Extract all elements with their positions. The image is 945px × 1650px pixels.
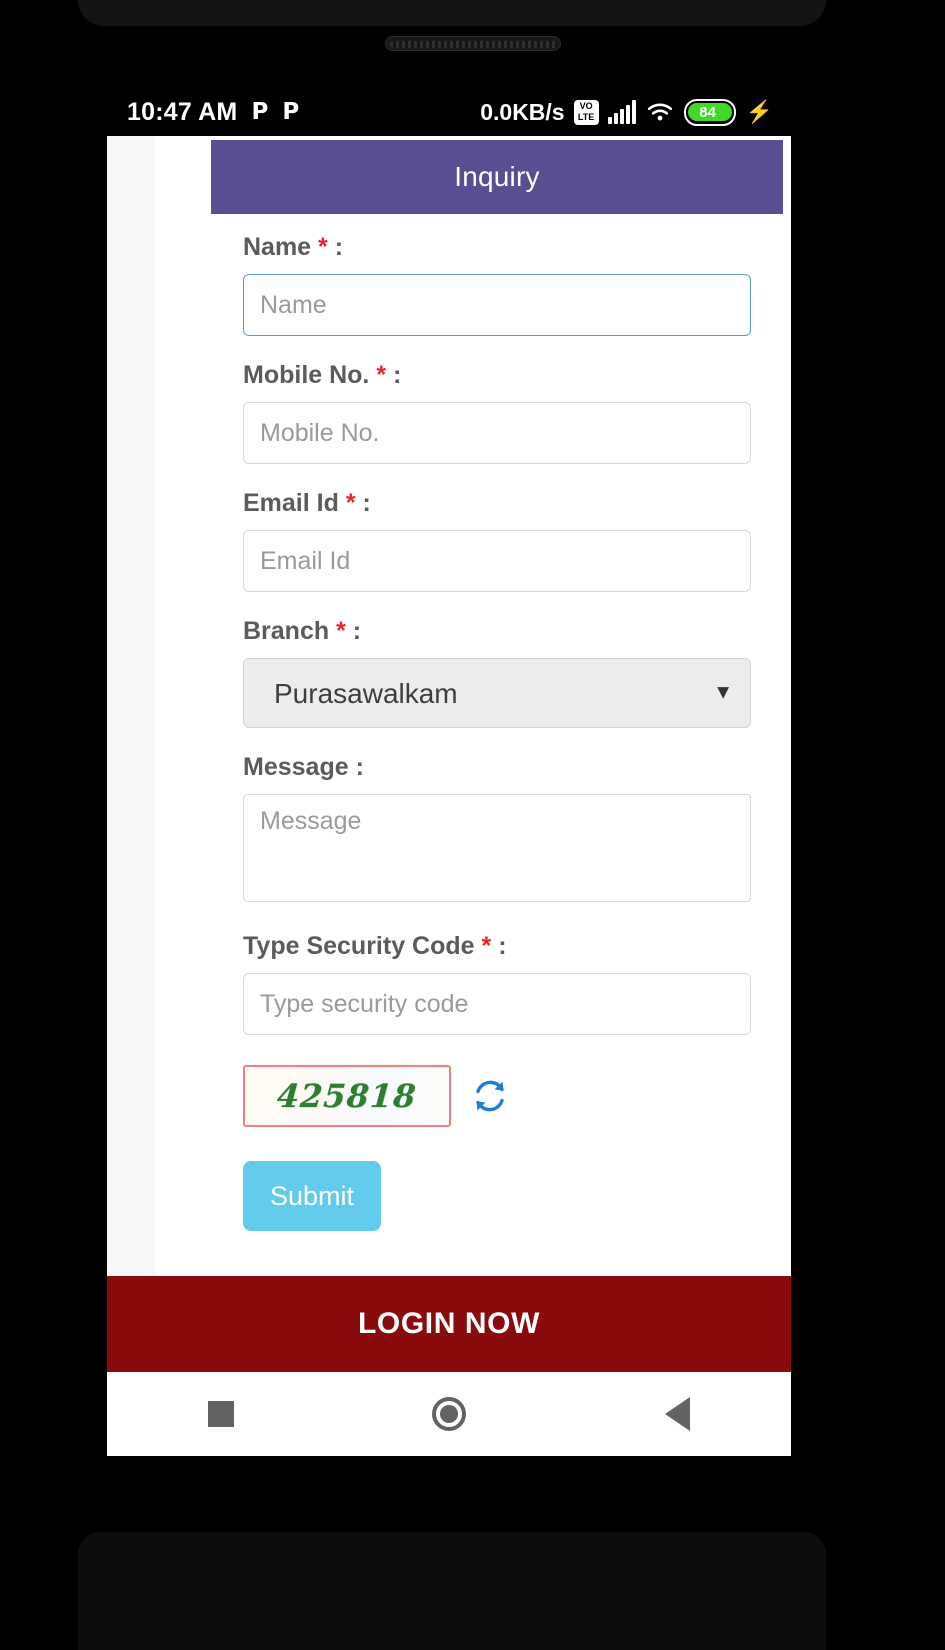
network-speed-text: 0.0KB/s [480,98,565,125]
mobile-required-asterisk: * [376,361,387,389]
triangle-left-icon [664,1397,690,1431]
email-label-text: Email Id [243,489,339,517]
recents-button[interactable] [176,1384,266,1444]
security-code-label-text: Type Security Code [243,932,475,960]
battery-icon: 84 [683,98,736,126]
email-label-colon: : [362,489,371,517]
wifi-icon [645,100,675,124]
volte-top-text: VO [579,100,593,111]
refresh-captcha-icon[interactable] [469,1075,511,1117]
branch-select-wrapper: Purasawalkam ▼ [243,658,751,728]
captcha-row: 425818 [243,1065,751,1127]
name-label: Name * : [243,232,751,262]
login-now-bar[interactable]: LOGIN NOW [107,1276,791,1372]
submit-button[interactable]: Submit [243,1161,381,1231]
mobile-label: Mobile No. * : [243,360,751,390]
security-code-label-colon: : [498,932,507,960]
message-label: Message : [243,752,751,782]
home-button[interactable] [404,1384,494,1444]
volte-icon: VO LTE [573,99,599,125]
name-label-text: Name [243,233,312,261]
content-card: Inquiry Name * : Name Mobile No. *: Mob… [155,136,791,1276]
branch-required-asterisk: * [336,617,346,645]
mobile-label-colon: : [393,361,402,389]
square-icon [208,1401,234,1427]
charging-bolt-icon: ⚡ [745,99,773,124]
inquiry-form: Name * : Mobile No. * : [243,232,751,1231]
captcha-image: 425818 [243,1065,451,1127]
login-now-label: LOGIN NOW [357,1307,541,1340]
app-notification-icon-1: P [251,98,269,125]
back-button[interactable] [632,1384,722,1444]
status-clock: 10:47 AM [127,97,238,126]
mobile-input[interactable] [243,402,751,464]
message-textarea[interactable] [243,794,751,902]
battery-percent-label: 84 [699,103,716,121]
status-bar-left: 10:47 AM P P [127,98,299,127]
status-bar-right: 0.0KB/s VO LTE 84 ⚡ [480,98,773,126]
email-input[interactable] [243,530,751,592]
field-mobile: Mobile No. * : [243,360,751,464]
name-required-asterisk: * [318,233,328,261]
security-code-input[interactable] [243,973,751,1035]
field-message: Message : [243,752,751,907]
branch-label: Branch * : [243,616,751,646]
captcha-code-text: 425818 [275,1077,419,1115]
circle-icon [432,1397,466,1431]
page-title: Inquiry [454,161,540,192]
security-code-required-asterisk: * [481,932,492,960]
security-code-label: Type Security Code * : [243,931,751,961]
name-label-colon: : [334,233,344,261]
field-branch: Branch * : Purasawalkam ▼ [243,616,751,728]
app-header-bar: Inquiry [211,140,783,214]
android-navigation-bar [107,1372,791,1456]
speaker-grille [389,41,558,48]
email-label: Email Id * : [243,488,751,518]
branch-label-text: Branch [243,617,330,645]
status-bar: 10:47 AM P P 0.0KB/s VO LTE 84 ⚡ [107,88,791,136]
volte-bottom-text: LTE [577,111,595,122]
field-name: Name * : [243,232,751,336]
earpiece-speaker [384,36,561,51]
phone-device: 10:47 AM P P 0.0KB/s VO LTE 84 ⚡ Inquiry… [0,0,945,1650]
branch-label-colon: : [352,617,362,645]
message-label-text: Message [243,753,349,781]
email-required-asterisk: * [345,489,356,517]
field-security-code: Type Security Code * : [243,931,751,1035]
signal-strength-icon [607,100,636,124]
mobile-label-text: Mobile No. [243,361,370,389]
branch-select[interactable]: Purasawalkam [243,658,751,728]
message-label-colon: : [355,753,364,781]
field-email: Email Id * : [243,488,751,592]
phone-top-bezel [78,0,826,26]
app-notification-icon-2: P [282,98,300,125]
name-input[interactable] [243,274,751,336]
app-viewport: Inquiry Name * : Name Mobile No. *: Mob… [107,136,791,1456]
scrollable-content[interactable]: Inquiry Name * : Name Mobile No. *: Mob… [107,136,791,1276]
phone-bottom-bezel [78,1532,826,1650]
